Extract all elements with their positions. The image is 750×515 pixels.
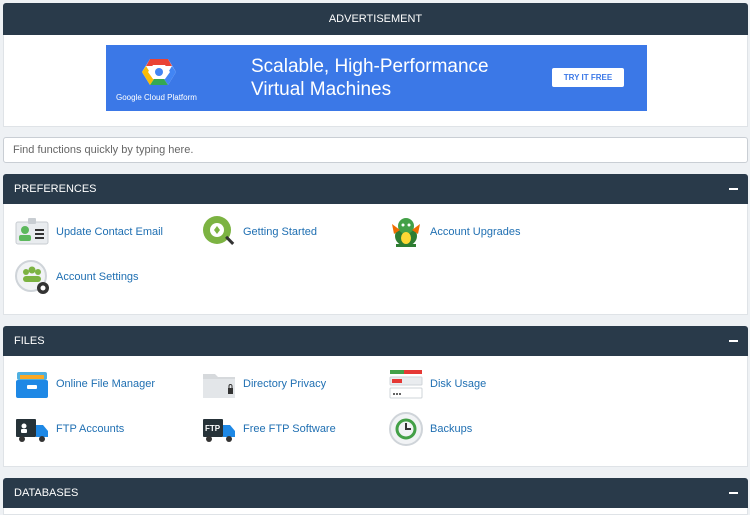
- advertisement-body: Google Cloud Platform Scalable, High-Per…: [3, 35, 748, 127]
- preferences-title: PREFERENCES: [14, 183, 97, 195]
- free-ftp-software-label: Free FTP Software: [243, 423, 336, 435]
- preferences-body: Update Contact Email Getting Started Acc…: [3, 204, 748, 315]
- backups-label: Backups: [430, 423, 473, 435]
- update-contact-email-link[interactable]: Update Contact Email: [14, 214, 163, 250]
- getting-started-label: Getting Started: [243, 226, 317, 238]
- backups-link[interactable]: Backups: [388, 411, 472, 447]
- svg-text:FTP: FTP: [205, 424, 221, 433]
- disk-usage-label: Disk Usage: [430, 378, 487, 390]
- collapse-icon[interactable]: [729, 188, 738, 190]
- online-file-manager-link[interactable]: Online File Manager: [14, 366, 155, 402]
- preferences-header[interactable]: PREFERENCES: [3, 174, 748, 204]
- files-body: Online File Manager Directory Privacy Di…: [3, 356, 748, 467]
- ad-banner[interactable]: Google Cloud Platform Scalable, High-Per…: [106, 45, 647, 111]
- account-settings-icon: [15, 260, 49, 294]
- directory-privacy-link[interactable]: Directory Privacy: [201, 366, 326, 402]
- locked-folder-icon: [203, 374, 235, 398]
- ad-headline: Scalable, High-Performance Virtual Machi…: [251, 55, 489, 101]
- update-contact-email-label: Update Contact Email: [56, 226, 163, 238]
- try-it-free-button[interactable]: TRY IT FREE: [552, 68, 624, 87]
- ftp-truck-icon: [16, 419, 48, 442]
- account-settings-link[interactable]: Account Settings: [14, 259, 139, 295]
- search-input[interactable]: [3, 137, 748, 163]
- online-file-manager-label: Online File Manager: [56, 378, 156, 390]
- getting-started-icon: [203, 216, 235, 245]
- account-settings-label: Account Settings: [56, 271, 139, 283]
- account-upgrades-label: Account Upgrades: [430, 226, 521, 238]
- contact-card-icon: [15, 218, 49, 245]
- collapse-icon[interactable]: [729, 340, 738, 342]
- collapse-icon[interactable]: [729, 492, 738, 494]
- free-ftp-software-link[interactable]: FTP Free FTP Software: [201, 411, 336, 447]
- databases-header[interactable]: DATABASES: [3, 478, 748, 508]
- advertisement-title: ADVERTISEMENT: [328, 13, 423, 25]
- ad-headline-line1: Scalable, High-Performance: [251, 56, 489, 77]
- advertisement-header: ADVERTISEMENT: [3, 3, 748, 35]
- ftp-truck-label-icon: FTP: [203, 419, 235, 442]
- file-drawer-icon: [16, 372, 48, 398]
- files-title: FILES: [14, 335, 45, 347]
- google-cloud-logo-icon: [142, 59, 176, 85]
- disk-usage-link[interactable]: Disk Usage: [388, 366, 486, 402]
- databases-body: [3, 508, 748, 515]
- ad-headline-line2: Virtual Machines: [251, 79, 392, 100]
- dragon-icon: [392, 218, 420, 247]
- ftp-accounts-label: FTP Accounts: [56, 423, 125, 435]
- account-upgrades-link[interactable]: Account Upgrades: [388, 214, 521, 250]
- backup-clock-icon: [389, 412, 423, 446]
- ftp-accounts-link[interactable]: FTP Accounts: [14, 411, 124, 447]
- disk-usage-icon: [389, 370, 423, 399]
- getting-started-link[interactable]: Getting Started: [201, 214, 317, 250]
- ad-brand: Google Cloud Platform: [116, 93, 197, 102]
- files-header[interactable]: FILES: [3, 326, 748, 356]
- databases-title: DATABASES: [14, 487, 79, 499]
- directory-privacy-label: Directory Privacy: [243, 378, 327, 390]
